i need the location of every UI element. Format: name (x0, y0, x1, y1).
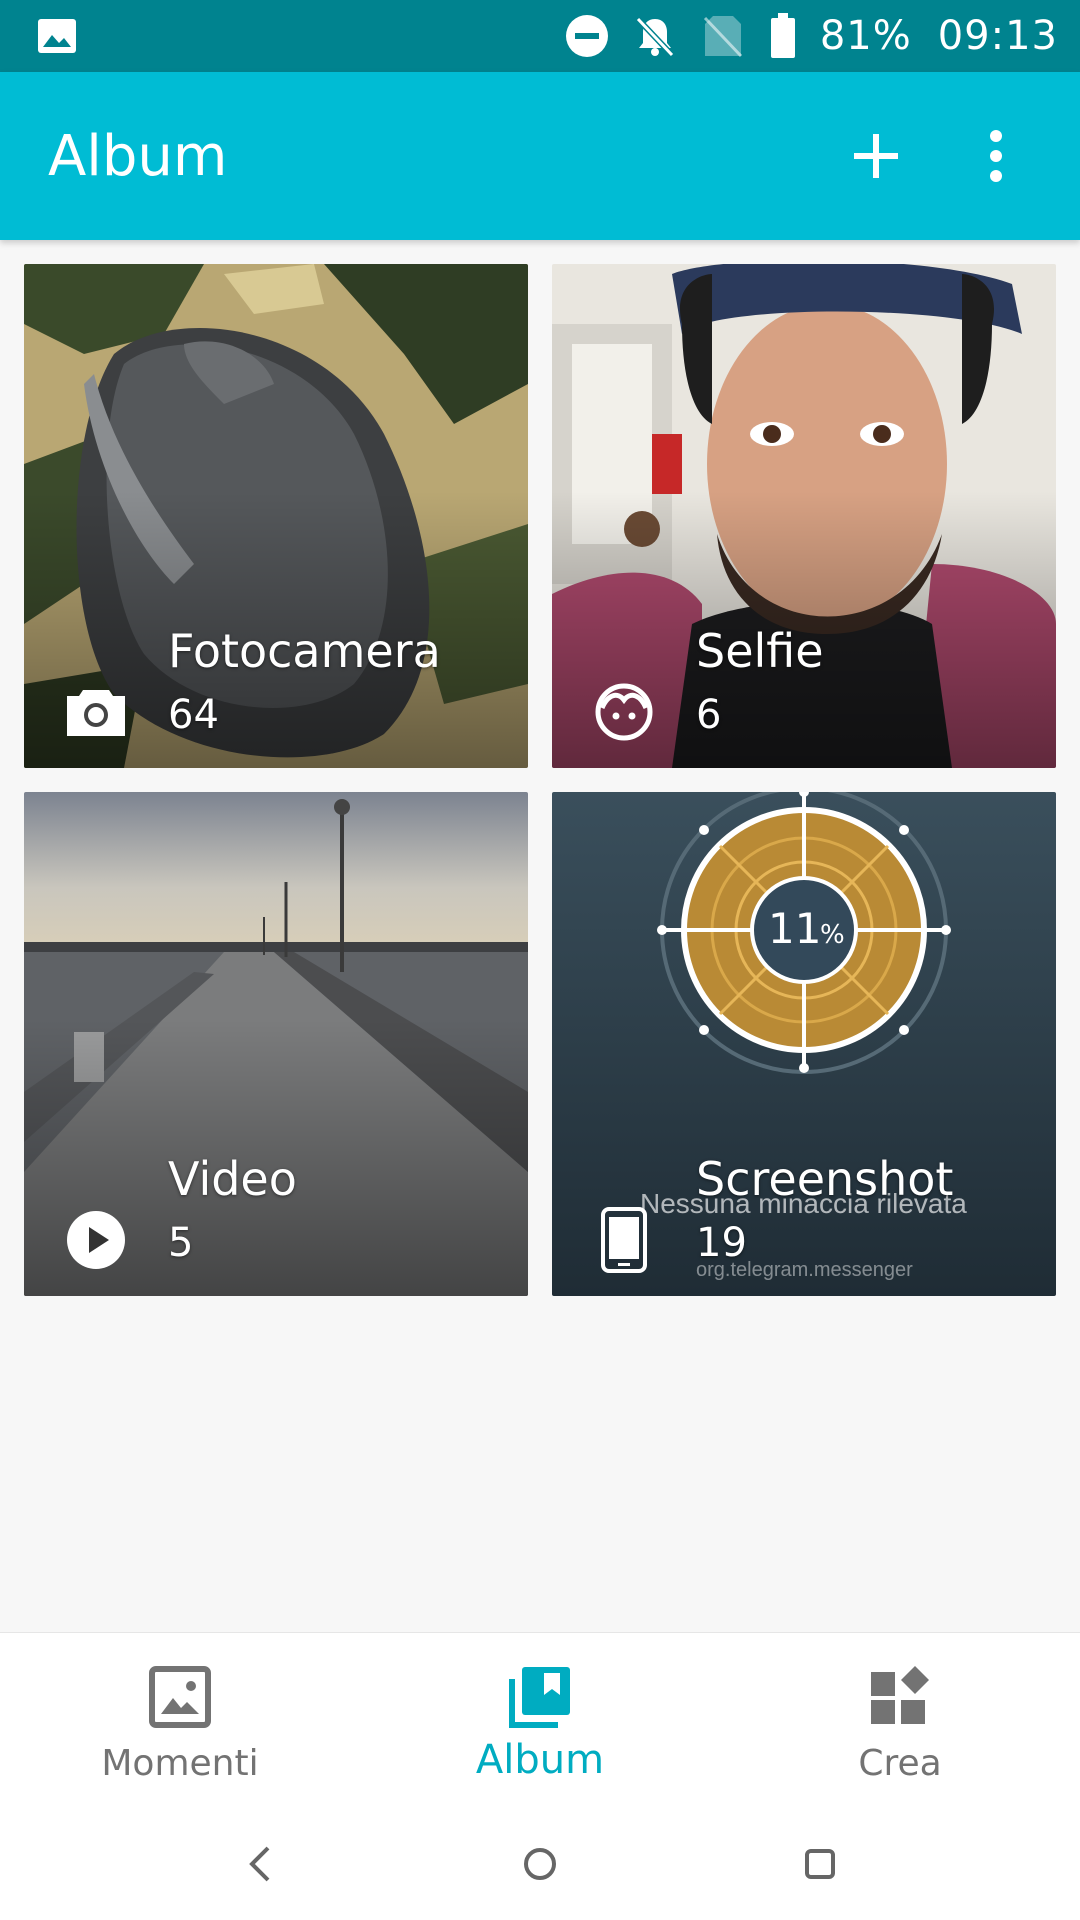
album-name: Video (168, 1152, 297, 1206)
image-icon (144, 1661, 216, 1733)
bottom-navigation: Momenti Album Crea (0, 1632, 1080, 1808)
selfie-face-icon (592, 680, 656, 744)
phone-icon (592, 1207, 656, 1273)
back-button[interactable] (230, 1834, 290, 1894)
create-icon (864, 1661, 936, 1733)
home-icon (524, 1848, 556, 1880)
notifications-off-icon (632, 13, 678, 59)
home-button[interactable] (510, 1834, 570, 1894)
battery-icon (768, 13, 798, 59)
camera-icon (64, 680, 128, 744)
album-count: 6 (696, 692, 722, 738)
no-sim-icon (700, 13, 746, 59)
battery-percent: 81% (819, 13, 912, 59)
status-bar: 81% 09:13 (0, 0, 1080, 72)
album-name: Fotocamera (168, 624, 441, 678)
nav-label: Momenti (101, 1743, 259, 1784)
app-bar: Album (0, 72, 1080, 240)
add-album-button[interactable] (828, 108, 924, 204)
nav-item-momenti[interactable]: Momenti (0, 1633, 360, 1808)
album-tile-video[interactable]: Video 5 (24, 792, 528, 1296)
album-icon (504, 1661, 576, 1733)
nav-item-crea[interactable]: Crea (720, 1633, 1080, 1808)
system-navigation-bar (0, 1808, 1080, 1920)
scan-percent: 11 % (768, 904, 845, 953)
recents-button[interactable] (790, 1834, 850, 1894)
album-grid: Fotocamera 64 Selfie 6 Video 5 11 % Ness… (24, 264, 1056, 1296)
nav-label: Crea (858, 1743, 942, 1784)
add-icon (854, 134, 898, 178)
more-options-button[interactable] (948, 108, 1044, 204)
album-count: 64 (168, 692, 219, 738)
clock: 09:13 (937, 13, 1058, 59)
album-tile-screenshot[interactable]: 11 % Nessuna minaccia rilevata org.teleg… (552, 792, 1056, 1296)
album-count: 19 (696, 1220, 747, 1266)
more-options-icon (990, 130, 1002, 182)
nav-label: Album (475, 1737, 605, 1783)
page-title: Album (48, 123, 228, 189)
album-name: Screenshot (696, 1152, 954, 1206)
back-icon (249, 1846, 270, 1882)
album-name: Selfie (696, 624, 824, 678)
recents-icon (805, 1849, 835, 1879)
album-tile-fotocamera[interactable]: Fotocamera 64 (24, 264, 528, 768)
do-not-disturb-icon (564, 13, 610, 59)
nav-item-album[interactable]: Album (360, 1633, 720, 1808)
play-icon (64, 1208, 128, 1272)
album-tile-selfie[interactable]: Selfie 6 (552, 264, 1056, 768)
gallery-notification-icon (34, 13, 80, 59)
album-count: 5 (168, 1220, 194, 1266)
